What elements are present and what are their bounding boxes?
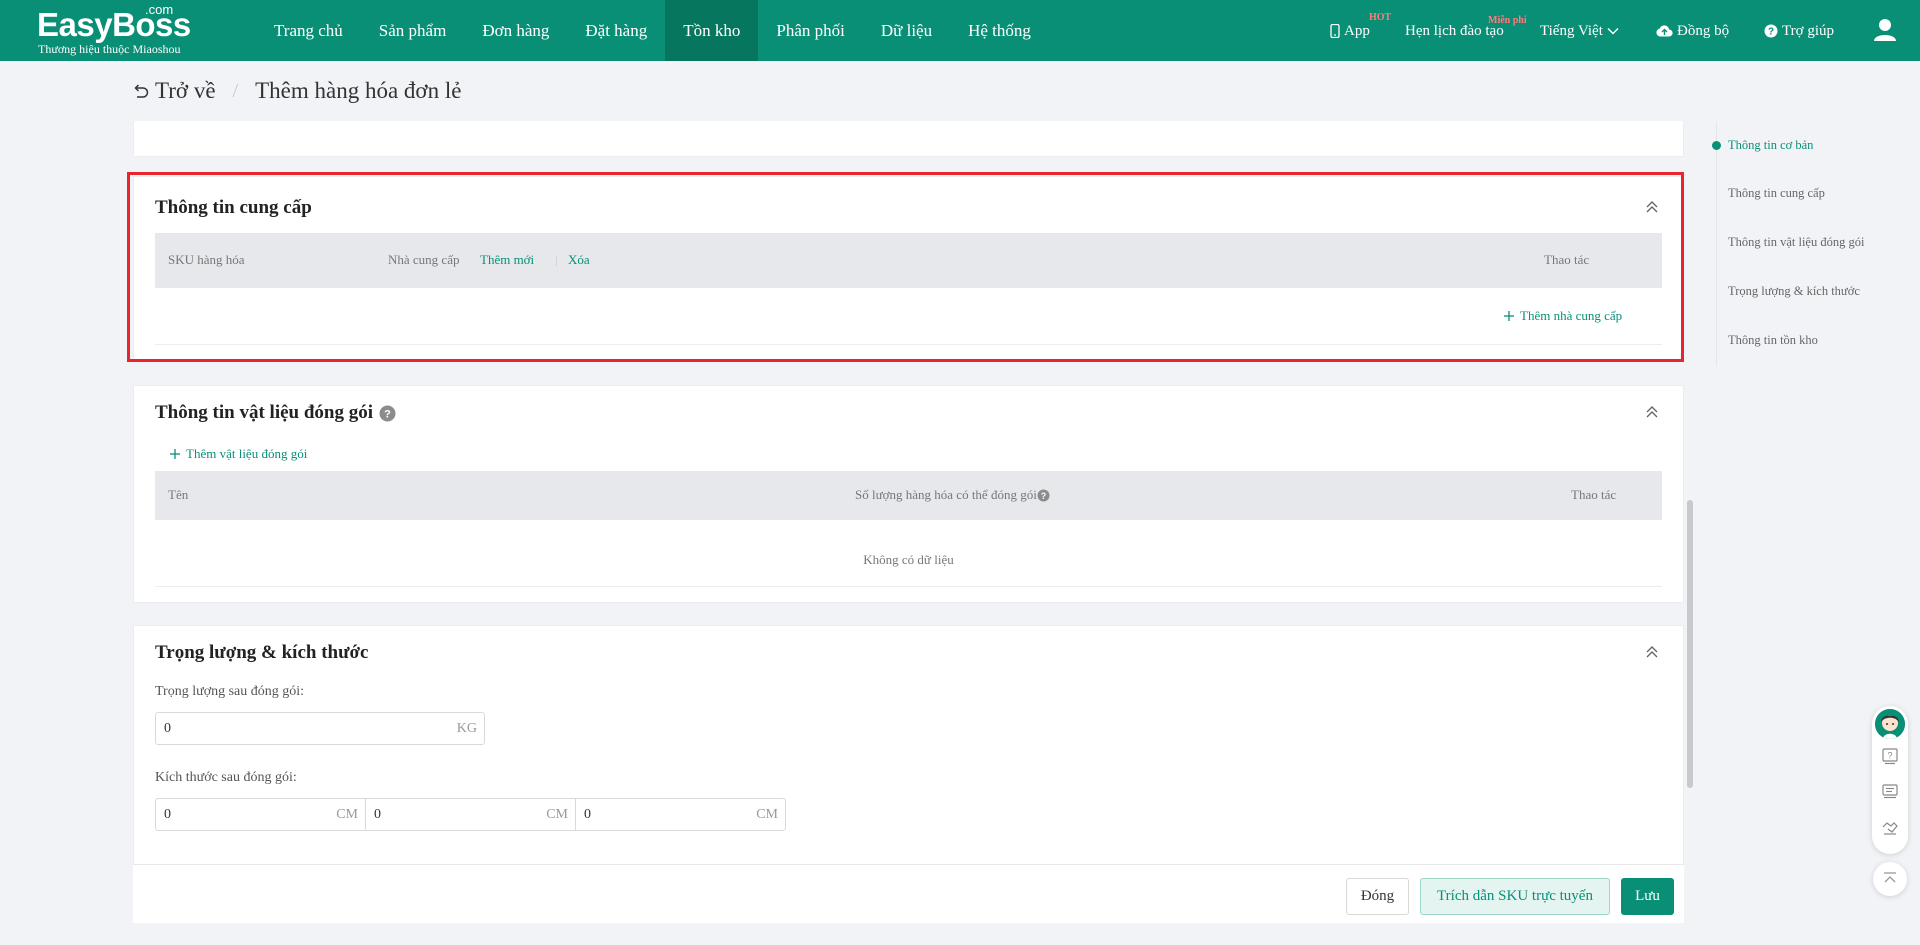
anchor-line <box>1716 122 1717 366</box>
save-button[interactable]: Lưu <box>1621 878 1674 915</box>
add-packaging-label: Thêm vật liệu đóng gói <box>186 446 308 461</box>
question-circle-icon: ? <box>1764 24 1778 37</box>
nav-item-system[interactable]: Hệ thống <box>950 0 1049 61</box>
help-label: Trợ giúp <box>1782 22 1834 39</box>
help-link[interactable]: ? Trợ giúp <box>1764 0 1834 61</box>
page-title: Thêm hàng hóa đơn lẻ <box>255 78 462 103</box>
app-link[interactable]: App <box>1330 0 1370 61</box>
height-value: 0 <box>584 807 591 822</box>
close-button[interactable]: Đóng <box>1346 878 1409 915</box>
svg-text:?: ? <box>384 408 391 420</box>
sync-button[interactable]: Đồng bộ <box>1656 0 1729 61</box>
weight-unit: KG <box>456 721 477 736</box>
length-unit: CM <box>336 807 358 822</box>
mobile-phone-icon <box>1330 23 1340 38</box>
col-name: Tên <box>168 487 189 502</box>
arrow-up-icon <box>1884 872 1896 883</box>
main-nav: Trang chủ Sản phẩm Đơn hàng Đặt hàng Tồn… <box>256 0 1049 61</box>
message-icon[interactable] <box>1882 784 1898 799</box>
col-quantity: Số lượng hàng hóa có thể đóng gói <box>855 487 1037 502</box>
training-free-badge: Miễn phí <box>1488 15 1527 26</box>
training-label: Hẹn lịch đào tạo <box>1405 22 1504 39</box>
breadcrumb-separator: / <box>232 79 239 102</box>
nav-item-inventory[interactable]: Tồn kho <box>665 0 759 61</box>
plus-icon <box>170 449 180 459</box>
cite-online-sku-button[interactable]: Trích dẫn SKU trực tuyến <box>1420 878 1610 915</box>
height-unit: CM <box>756 807 778 822</box>
anchor-weight-size[interactable]: Trọng lượng & kích thước <box>1728 284 1860 299</box>
packaging-table-header: Tên Số lượng hàng hóa có thể đóng gói ? … <box>155 471 1662 520</box>
nav-item-home[interactable]: Trang chủ <box>256 0 361 61</box>
svg-text:?: ? <box>1768 26 1774 37</box>
footer-action-bar: Đóng Trích dẫn SKU trực tuyến Lưu <box>133 864 1684 923</box>
app-label: App <box>1344 22 1370 39</box>
height-input[interactable]: 0 CM <box>575 798 786 831</box>
width-value: 0 <box>374 807 381 822</box>
weight-size-title: Trọng lượng & kích thước <box>155 642 369 663</box>
back-label: Trở về <box>155 78 216 103</box>
packaging-info-title-wrap: Thông tin vật liệu đóng gói ? <box>155 402 396 424</box>
anchor-packaging-info[interactable]: Thông tin vật liệu đóng gói <box>1728 235 1864 250</box>
nav-item-data[interactable]: Dữ liệu <box>863 0 950 61</box>
size-label: Kích thước sau đóng gói: <box>155 770 297 785</box>
highlight-box <box>127 172 1684 362</box>
svg-text:?: ? <box>1041 491 1047 501</box>
undo-arrow-icon <box>134 84 149 98</box>
weight-value: 0 <box>164 721 171 736</box>
support-agent-avatar-icon <box>1875 709 1905 739</box>
col-action: Thao tác <box>1571 487 1617 502</box>
weight-label: Trọng lượng sau đóng gói: <box>155 684 305 699</box>
back-link[interactable]: Trở về <box>132 78 216 104</box>
logo-domain-suffix: .com <box>145 2 174 17</box>
collapse-up-icon[interactable] <box>1643 644 1661 662</box>
language-label: Tiếng Việt <box>1540 22 1603 39</box>
top-nav-bar: EasyBoss .com Thương hiệu thuộc Miaoshou… <box>0 0 1920 61</box>
chevron-down-icon <box>1607 27 1619 34</box>
width-input[interactable]: 0 CM <box>365 798 576 831</box>
weight-size-panel: Trọng lượng & kích thước Trọng lượng sau… <box>133 625 1684 865</box>
question-doc-icon[interactable]: ? <box>1882 748 1898 765</box>
cloud-upload-icon <box>1656 25 1673 37</box>
packaging-info-panel: Thông tin vật liệu đóng gói ? Thêm vật l… <box>133 385 1684 603</box>
language-selector[interactable]: Tiếng Việt <box>1540 0 1619 61</box>
nav-item-products[interactable]: Sản phẩm <box>361 0 465 61</box>
nav-item-purchase[interactable]: Đặt hàng <box>567 0 665 61</box>
back-to-top-button[interactable] <box>1873 862 1907 896</box>
sync-label: Đồng bộ <box>1677 22 1730 39</box>
anchor-basic-info[interactable]: Thông tin cơ bản <box>1728 138 1813 153</box>
nav-item-orders[interactable]: Đơn hàng <box>464 0 567 61</box>
user-icon[interactable] <box>1873 18 1897 42</box>
empty-state: Không có dữ liệu <box>863 552 954 567</box>
weight-input[interactable]: 0 KG <box>155 712 485 745</box>
help-circle-icon[interactable]: ? <box>379 405 396 422</box>
handshake-icon[interactable] <box>1882 820 1898 836</box>
easyboss-logo[interactable]: EasyBoss .com Thương hiệu thuộc Miaoshou <box>37 2 207 58</box>
length-input[interactable]: 0 CM <box>155 798 366 831</box>
page-scrollbar-thumb[interactable] <box>1687 500 1693 788</box>
basic-info-panel-tail <box>133 121 1684 157</box>
col-quantity-wrap: Số lượng hàng hóa có thể đóng gói ? <box>855 487 1050 503</box>
training-link[interactable]: Hẹn lịch đào tạo <box>1405 0 1504 61</box>
svg-text:?: ? <box>1887 751 1892 761</box>
nav-item-distribution[interactable]: Phân phối <box>758 0 862 61</box>
support-avatar[interactable] <box>1873 707 1907 741</box>
anchor-inventory-info[interactable]: Thông tin tồn kho <box>1728 333 1818 348</box>
anchor-supply-info[interactable]: Thông tin cung cấp <box>1728 186 1825 201</box>
length-value: 0 <box>164 807 171 822</box>
logo-tagline: Thương hiệu thuộc Miaoshou <box>38 42 181 56</box>
row-divider <box>155 586 1662 587</box>
packaging-info-title: Thông tin vật liệu đóng gói <box>155 402 374 423</box>
collapse-up-icon[interactable] <box>1643 404 1661 422</box>
help-circle-icon[interactable]: ? <box>1037 489 1050 502</box>
add-packaging-button[interactable]: Thêm vật liệu đóng gói <box>169 446 307 462</box>
breadcrumb: Trở về / Thêm hàng hóa đơn lẻ <box>132 76 461 106</box>
app-hot-badge: HOT <box>1369 12 1392 23</box>
anchor-active-dot <box>1712 141 1721 150</box>
width-unit: CM <box>546 807 568 822</box>
